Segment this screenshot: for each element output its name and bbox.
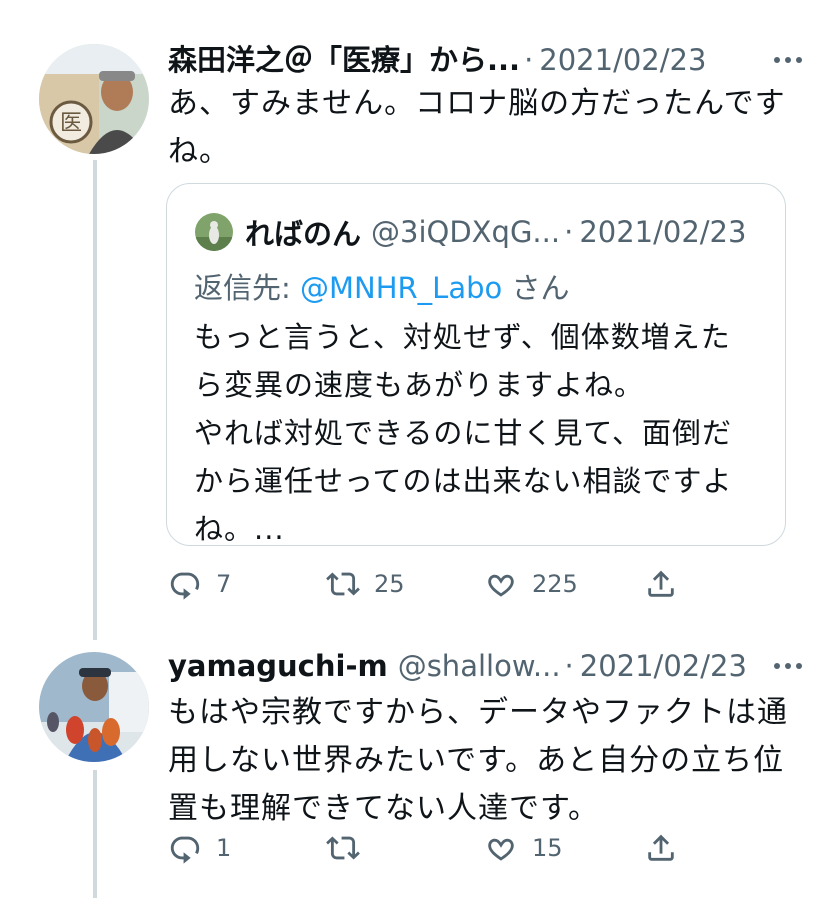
reply-to-line: 返信先: @MNHR_Labo さん [194,265,569,307]
quoted-text-line: から運任せってのは出来ない相談ですよ [194,464,733,498]
tweet[interactable]: yamaguchi-m @shallow... · 2021/02/23 もはや… [0,640,828,898]
avatar[interactable]: 医 [39,44,149,154]
reply-count: 7 [216,570,232,598]
tweet-text-line: 置も理解できてない人達です。 [168,791,599,826]
tweet-text-line: もはや宗教ですから、データやファクトは通 [168,695,788,730]
display-name[interactable]: yamaguchi-m [168,646,388,686]
share-icon [648,570,674,597]
separator-dot: · [524,43,534,77]
share-icon [648,834,674,861]
tweet-text: あ、すみません。コロナ脳の方だったんです ね。 [168,80,788,176]
reply-to-label: 返信先: [194,271,300,305]
quoted-text-line: もっと言うと、対処せず、個体数増えた [194,320,731,354]
like-button[interactable]: 15 [484,828,563,868]
reply-button[interactable]: 1 [168,828,231,868]
retweet-count: 25 [374,570,405,598]
avatar-image [39,652,149,762]
retweet-icon [326,572,360,596]
tweet-text-line: ね。 [168,134,230,169]
separator-dot: · [564,215,574,249]
share-button[interactable] [644,564,678,604]
quoted-text-line: ね。... [194,512,285,546]
tweet-actions: 7 25 225 [168,564,708,604]
reply-count: 1 [216,834,232,862]
thread-line [93,160,97,640]
quoted-avatar-image [195,213,233,251]
reply-to-user-link[interactable]: @MNHR_Labo [300,271,502,305]
more-dots-icon[interactable] [768,656,808,676]
like-count: 15 [532,834,563,862]
reply-icon [170,836,200,864]
share-button[interactable] [644,828,678,868]
quoted-text-line: ら変異の速度もあがりますよね。 [194,368,645,402]
avatar-image: 医 [39,44,149,154]
quoted-tweet-text: もっと言うと、対処せず、個体数増えた ら変異の速度もあがりますよね。 やれば対処… [194,313,754,553]
display-name[interactable]: 森田洋之＠「医療」から... [168,40,520,80]
heart-icon [488,574,514,597]
thread-line [93,770,97,898]
tweet-text: もはや宗教ですから、データやファクトは通 用しない世界みたいです。あと自分の立ち… [168,689,788,833]
tweet[interactable]: 医 森田洋之＠「医療」から... · 2021/02/23 あ、すみません。コロ… [0,0,828,640]
tweet-date[interactable]: 2021/02/23 [539,40,706,80]
timeline: 医 森田洋之＠「医療」から... · 2021/02/23 あ、すみません。コロ… [0,0,828,898]
tweet-actions: 1 15 [168,828,708,868]
heart-icon [488,838,514,861]
retweet-icon [326,836,360,860]
tweet-header: 森田洋之＠「医療」から... · 2021/02/23 [168,40,808,80]
quoted-text-line: やれば対処できるのに甘く見て、面倒だ [194,416,732,450]
user-handle[interactable]: @shallow... [398,646,561,686]
tweet-text-line: あ、すみません。コロナ脳の方だったんです [168,86,786,121]
reply-to-suffix: さん [502,271,570,305]
retweet-button[interactable]: 25 [326,564,405,604]
separator-dot: · [564,649,574,683]
avatar[interactable] [39,652,149,762]
like-count: 225 [532,570,578,598]
more-dots-icon[interactable] [768,50,808,70]
quoted-tweet-header: ればのん @3iQDXqG... · 2021/02/23 [195,212,757,252]
quoted-handle[interactable]: @3iQDXqG... [371,215,560,249]
tweet-date[interactable]: 2021/02/23 [580,646,747,686]
like-button[interactable]: 225 [484,564,578,604]
reply-icon [170,572,200,600]
svg-text:医: 医 [60,111,82,136]
quoted-avatar [195,213,233,251]
tweet-header: yamaguchi-m @shallow... · 2021/02/23 [168,646,808,686]
reply-button[interactable]: 7 [168,564,231,604]
tweet-text-line: 用しない世界みたいです。あと自分の立ち位 [168,743,785,778]
quoted-display-name[interactable]: ればのん [245,211,361,253]
retweet-button[interactable] [326,828,360,868]
quoted-date: 2021/02/23 [579,215,747,249]
